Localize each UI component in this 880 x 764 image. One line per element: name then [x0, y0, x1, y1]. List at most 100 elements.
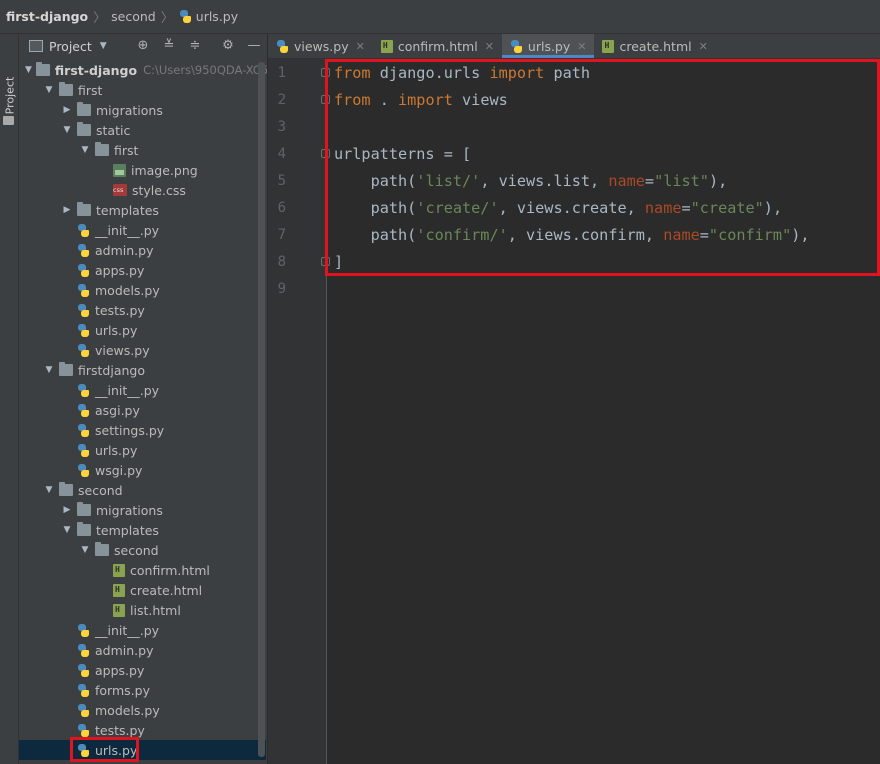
tree-file[interactable]: ▶views.py [19, 340, 266, 360]
folder-icon[interactable] [3, 116, 14, 125]
tree-file[interactable]: ▶forms.py [19, 680, 266, 700]
tree-file[interactable]: ▶apps.py [19, 660, 266, 680]
breadcrumb-project[interactable]: first-django [6, 9, 88, 24]
chevron-down-icon[interactable]: ▼ [43, 485, 55, 495]
tree-file[interactable]: ▶list.html [19, 600, 266, 620]
tree-file[interactable]: ▶tests.py [19, 300, 266, 320]
tree-item-label: confirm.html [130, 562, 210, 578]
tree-file[interactable]: ▶admin.py [19, 240, 266, 260]
tree-folder[interactable]: ▼ static [19, 120, 266, 140]
tree-folder[interactable]: ▶ migrations [19, 100, 266, 120]
tree-file[interactable]: ▶__init__.py [19, 220, 266, 240]
line-number: 5 [277, 173, 286, 189]
tree-file[interactable]: ▶wsgi.py [19, 460, 266, 480]
close-icon[interactable]: ✕ [356, 40, 365, 53]
tree-file[interactable]: ▶urls.py [19, 740, 266, 760]
chevron-right-icon[interactable]: ▶ [61, 105, 73, 115]
tree-item-label: models.py [95, 282, 160, 298]
tree-item-label: first [78, 82, 103, 98]
tree-item-label: views.py [95, 342, 150, 358]
tree-folder[interactable]: ▼ templates [19, 520, 266, 540]
tree-item-label: tests.py [95, 302, 145, 318]
tree-item-label: static [96, 122, 131, 138]
chevron-right-icon[interactable]: ▶ [61, 505, 73, 515]
tree-file[interactable]: ▶image.png [19, 160, 266, 180]
project-view-selector[interactable]: Project [49, 39, 92, 54]
tree-item-label: style.css [132, 182, 186, 198]
tree-file[interactable]: ▶confirm.html [19, 560, 266, 580]
tree-folder[interactable]: ▼ second [19, 480, 266, 500]
python-file-icon [77, 403, 90, 417]
close-icon[interactable]: ✕ [577, 40, 586, 53]
tree-folder[interactable]: ▼ first [19, 140, 266, 160]
chevron-down-icon[interactable]: ▼ [25, 65, 32, 75]
tree-file[interactable]: ▶models.py [19, 700, 266, 720]
tree-item-label: wsgi.py [95, 462, 143, 478]
chevron-right-icon[interactable]: ▶ [61, 205, 73, 215]
tree-file[interactable]: ▶urls.py [19, 440, 266, 460]
editor-tab[interactable]: create.html ✕ [594, 34, 715, 58]
chevron-down-icon[interactable]: ▼ [79, 145, 91, 155]
expand-all-icon[interactable]: ≚ [161, 38, 177, 54]
chevron-down-icon[interactable]: ▼ [43, 365, 55, 375]
close-icon[interactable]: ✕ [699, 40, 708, 53]
tree-folder[interactable]: ▶ templates [19, 200, 266, 220]
tree-file[interactable]: ▶asgi.py [19, 400, 266, 420]
folder-icon [77, 102, 91, 116]
tree-folder[interactable]: ▼ second [19, 540, 266, 560]
python-file-icon [179, 10, 192, 23]
editor-tabs: views.py✕confirm.html✕urls.py✕create.htm… [268, 34, 880, 59]
locate-icon[interactable]: ⊕ [135, 38, 151, 54]
chevron-down-icon[interactable]: ▼ [61, 525, 73, 535]
editor-tab[interactable]: views.py ✕ [268, 34, 373, 58]
project-tool-button[interactable]: Project [0, 72, 19, 118]
chevron-down-icon[interactable]: ▼ [79, 545, 91, 555]
tree-file[interactable]: ▶__init__.py [19, 380, 266, 400]
tree-file[interactable]: ▶create.html [19, 580, 266, 600]
editor-tab[interactable]: urls.py ✕ [501, 34, 595, 58]
tree-folder[interactable]: ▼ first [19, 80, 266, 100]
tree-item-label: admin.py [95, 242, 154, 258]
editor-tab[interactable]: confirm.html ✕ [373, 34, 502, 58]
python-file-icon [510, 39, 523, 53]
tab-label: views.py [294, 38, 349, 54]
chevron-down-icon[interactable]: ▼ [43, 85, 55, 95]
tree-file[interactable]: ▶tests.py [19, 720, 266, 740]
tree-item-label: second [78, 482, 123, 498]
tree-file[interactable]: ▶apps.py [19, 260, 266, 280]
python-file-icon [77, 423, 90, 437]
collapse-all-icon[interactable]: ≑ [187, 38, 203, 54]
folder-icon [77, 202, 91, 216]
tree-folder[interactable]: ▼ first-django C:\Users\950QDA-XC5 [19, 60, 267, 80]
close-icon[interactable]: ✕ [485, 40, 494, 53]
tree-item-label: apps.py [95, 262, 145, 278]
tab-label: confirm.html [397, 38, 478, 54]
breadcrumb-file[interactable]: urls.py [179, 9, 238, 24]
hide-icon[interactable]: — [246, 38, 262, 54]
tree-folder[interactable]: ▶ migrations [19, 500, 266, 520]
python-file-icon [77, 303, 90, 317]
folder-icon [59, 362, 73, 376]
project-scrollbar[interactable] [258, 62, 265, 757]
tab-label: create.html [619, 38, 692, 54]
tree-file[interactable]: ▶urls.py [19, 320, 266, 340]
tree-file[interactable]: ▶style.css [19, 180, 266, 200]
breadcrumb-folder[interactable]: second [111, 9, 156, 24]
tree-folder[interactable]: ▼ firstdjango [19, 360, 266, 380]
tree-file[interactable]: ▶models.py [19, 280, 266, 300]
tree-item-label: urls.py [95, 442, 138, 458]
tree-file[interactable]: ▶settings.py [19, 420, 266, 440]
line-number: 3 [277, 119, 286, 135]
css-file-icon [113, 184, 127, 196]
tree-item-label: __init__.py [95, 382, 160, 398]
line-number: 7 [277, 227, 286, 243]
tree-file[interactable]: ▶admin.py [19, 640, 266, 660]
html-file-icon [380, 39, 393, 53]
chevron-down-icon[interactable]: ▼ [61, 125, 73, 135]
chevron-down-icon[interactable]: ▼ [100, 41, 107, 51]
tree-file[interactable]: ▶__init__.py [19, 620, 266, 640]
tree-item-label: tests.py [95, 722, 145, 738]
file-highlight-box [70, 737, 139, 762]
tree-item-label: forms.py [95, 682, 150, 698]
gear-icon[interactable]: ⚙ [220, 38, 236, 54]
